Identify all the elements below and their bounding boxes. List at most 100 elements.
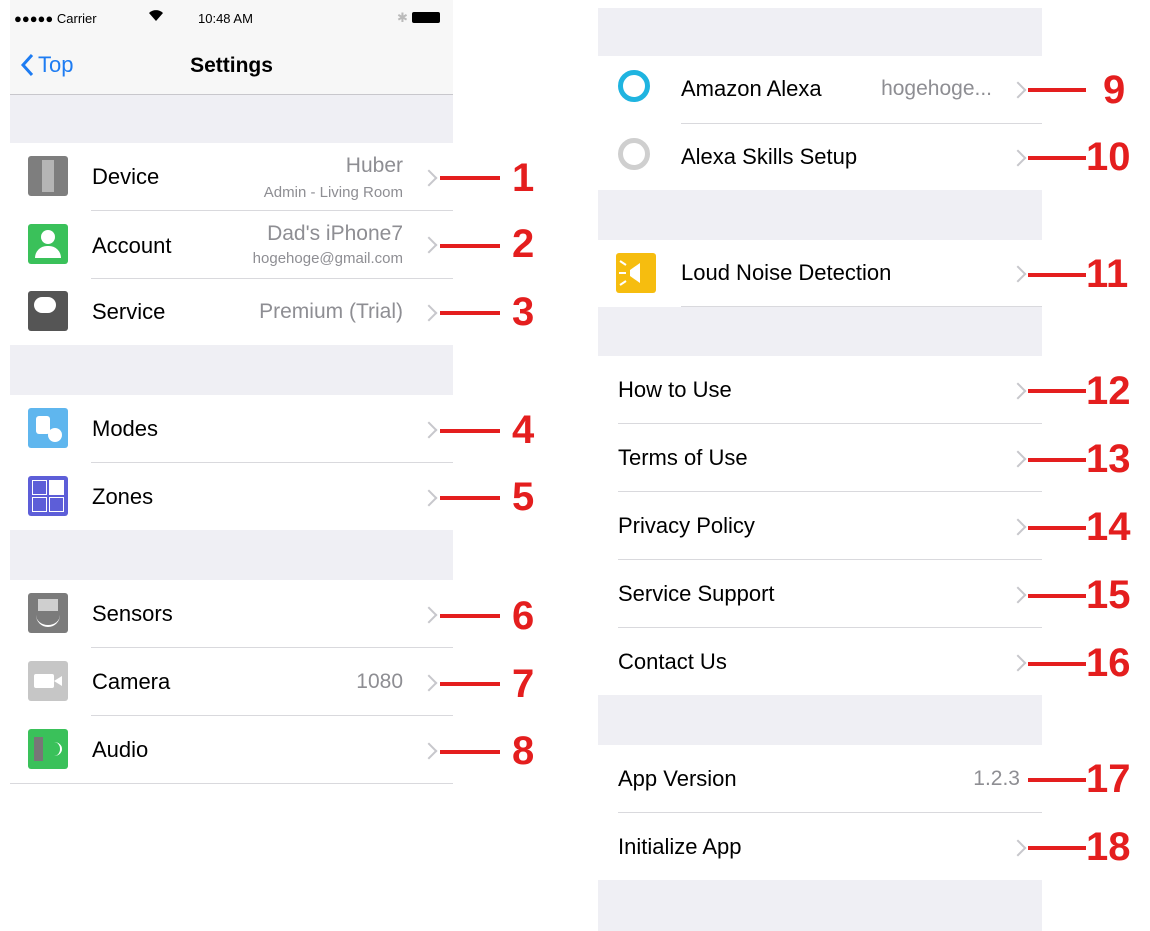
row-label: Zones — [92, 484, 154, 509]
row-subtitle: Admin - Living Room — [263, 184, 403, 201]
callout-line — [440, 682, 500, 686]
row-label: Audio — [92, 737, 149, 762]
callout-number: 12 — [1086, 369, 1131, 413]
settings-row-service-support[interactable]: Service Support — [598, 560, 1042, 627]
zones-icon — [28, 476, 68, 516]
row-label: Contact Us — [618, 649, 727, 674]
row-label: Alexa Skills Setup — [681, 144, 858, 169]
callout-number: 9 — [1103, 68, 1126, 112]
alexa-skills-icon — [618, 138, 650, 170]
callout-number: 3 — [512, 290, 535, 334]
callout-line — [440, 496, 500, 500]
row-label: Initialize App — [618, 834, 742, 859]
section-spacer — [10, 345, 453, 395]
chevron-right-icon — [420, 304, 438, 322]
app-version-value: 1.2.3 — [973, 767, 1020, 790]
camera-icon — [28, 661, 68, 701]
chevron-right-icon — [420, 236, 438, 254]
audio-icon — [28, 729, 68, 769]
row-label: Device — [92, 164, 160, 189]
account-icon — [28, 224, 68, 264]
callout-line — [440, 244, 500, 248]
settings-row-modes[interactable]: Modes — [10, 395, 453, 462]
settings-row-camera[interactable]: Camera 1080 — [10, 648, 453, 715]
settings-row-account[interactable]: Account Dad's iPhone7 hogehoge@gmail.com — [10, 211, 453, 278]
settings-row-zones[interactable]: Zones — [10, 463, 453, 530]
callout-number: 8 — [512, 729, 535, 773]
bluetooth-icon: ✱ — [397, 10, 408, 25]
callout-number: 1 — [512, 156, 535, 200]
chevron-right-icon — [420, 606, 438, 624]
callout-line — [1028, 88, 1086, 92]
row-label: How to Use — [618, 377, 732, 402]
chevron-right-icon — [1009, 586, 1027, 604]
settings-row-service[interactable]: Service Premium (Trial) — [10, 279, 453, 345]
clock: 10:48 AM — [198, 11, 253, 26]
row-label: Account — [92, 233, 172, 258]
service-icon — [28, 291, 68, 331]
settings-row-audio[interactable]: Audio — [10, 716, 453, 783]
row-label: Terms of Use — [618, 445, 748, 470]
callout-line — [440, 311, 500, 315]
callout-number: 18 — [1086, 825, 1131, 869]
section-spacer — [10, 530, 453, 580]
chevron-right-icon — [420, 674, 438, 692]
divider — [10, 783, 453, 784]
modes-icon — [28, 408, 68, 448]
section-spacer — [598, 880, 1042, 931]
settings-row-alexa-skills-setup[interactable]: Alexa Skills Setup — [598, 124, 1042, 190]
row-value: hogehoge... — [881, 77, 992, 100]
settings-row-app-version: App Version 1.2.3 — [598, 745, 1042, 812]
chevron-right-icon — [1009, 518, 1027, 536]
chevron-right-icon — [1009, 654, 1027, 672]
callout-number: 15 — [1086, 573, 1131, 617]
device-icon — [28, 156, 68, 196]
loud-noise-icon — [616, 253, 656, 293]
settings-row-amazon-alexa[interactable]: Amazon Alexa hogehoge... — [598, 56, 1042, 123]
row-label: Modes — [92, 416, 159, 441]
callout-line — [1028, 273, 1086, 277]
section-spacer — [598, 8, 1042, 56]
callout-line — [440, 750, 500, 754]
battery-icon — [412, 12, 440, 23]
row-label: Privacy Policy — [618, 513, 755, 538]
callout-line — [440, 176, 500, 180]
callout-line — [440, 614, 500, 618]
row-value: Premium (Trial) — [259, 300, 403, 323]
settings-row-contact-us[interactable]: Contact Us — [598, 628, 1042, 695]
row-label: Sensors — [92, 601, 173, 626]
settings-row-sensors[interactable]: Sensors — [10, 580, 453, 647]
status-bar: ●●●●● Carrier 10:48 AM ✱ — [10, 0, 453, 40]
carrier-label: ●●●●● Carrier — [14, 11, 97, 26]
row-label: App Version — [618, 766, 737, 791]
alexa-icon — [618, 70, 650, 102]
callout-number: 6 — [512, 594, 535, 638]
settings-row-device[interactable]: Device Huber Admin - Living Room — [10, 143, 453, 210]
callout-number: 7 — [512, 662, 535, 706]
row-label: Service — [92, 299, 166, 324]
callout-number: 10 — [1086, 135, 1131, 179]
settings-row-how-to-use[interactable]: How to Use — [598, 356, 1042, 423]
row-subtitle: hogehoge@gmail.com — [252, 250, 403, 267]
nav-bar: Top Settings — [10, 40, 453, 95]
row-value: 1080 — [356, 670, 403, 693]
row-label: Loud Noise Detection — [681, 260, 892, 285]
callout-number: 16 — [1086, 641, 1131, 685]
callout-line — [1028, 778, 1086, 782]
settings-row-privacy-policy[interactable]: Privacy Policy — [598, 492, 1042, 559]
section-spacer — [10, 95, 453, 143]
row-label: Service Support — [618, 581, 775, 606]
row-label: Amazon Alexa — [681, 76, 822, 101]
settings-row-loud-noise-detection[interactable]: Loud Noise Detection — [598, 240, 1042, 306]
wifi-icon — [148, 9, 164, 25]
settings-row-terms-of-use[interactable]: Terms of Use — [598, 424, 1042, 491]
sensors-icon — [28, 593, 68, 633]
chevron-right-icon — [1009, 839, 1027, 857]
row-value: Dad's iPhone7 — [267, 222, 403, 245]
settings-row-initialize-app[interactable]: Initialize App — [598, 813, 1042, 880]
row-value: Huber — [345, 154, 403, 177]
chevron-right-icon — [420, 742, 438, 760]
callout-number: 17 — [1086, 757, 1131, 801]
callout-number: 14 — [1086, 505, 1131, 549]
chevron-right-icon — [1009, 149, 1027, 167]
